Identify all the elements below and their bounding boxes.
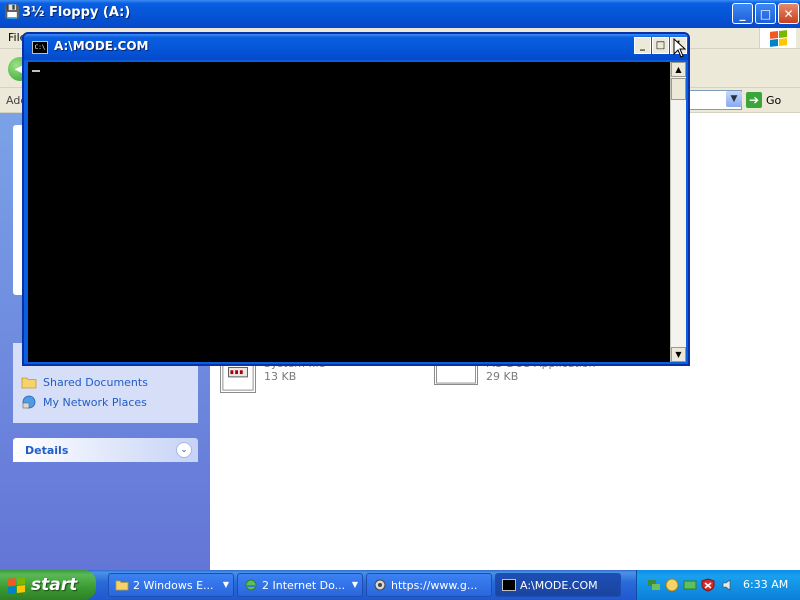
minimize-button[interactable]: _ (732, 3, 753, 24)
clock[interactable]: 6:33 AM (743, 578, 788, 591)
network-icon (22, 395, 36, 409)
details-panel-header[interactable]: Details ⌄ (13, 438, 198, 462)
scroll-up-arrow-icon[interactable]: ▲ (671, 62, 686, 77)
maximize-button[interactable]: □ (755, 3, 776, 24)
go-button[interactable]: ➔ Go (746, 91, 796, 109)
security-shield-icon[interactable] (701, 578, 715, 592)
console-title: A:\MODE.COM (54, 39, 149, 53)
file-size: 29 KB (486, 370, 519, 383)
console-maximize-button[interactable]: □ (652, 37, 669, 54)
console-icon (502, 579, 516, 591)
console-output[interactable] (28, 62, 670, 362)
browser-icon (374, 579, 386, 591)
windows-logo-icon (759, 28, 796, 48)
chevron-down-icon: ▼ (222, 580, 229, 589)
details-title: Details (25, 444, 69, 457)
go-label: Go (766, 93, 782, 107)
taskbar-button-browser[interactable]: https://www.g... (366, 573, 492, 597)
close-button[interactable]: ✕ (778, 3, 799, 24)
console-minimize-button[interactable]: _ (634, 37, 651, 54)
scroll-down-arrow-icon[interactable]: ▼ (671, 347, 686, 362)
folder-icon (21, 377, 37, 389)
connection-tray-icon[interactable] (683, 578, 697, 592)
start-button[interactable]: start (0, 570, 96, 600)
explorer-title: 3½ Floppy (A:) (22, 5, 131, 20)
taskbar: start 2 Windows E... ▼ 2 Internet Do... … (0, 570, 800, 600)
chevron-down-icon[interactable]: ▼ (726, 91, 742, 107)
network-tray-icon[interactable] (647, 578, 661, 592)
explorer-titlebar[interactable]: 💾 3½ Floppy (A:) _ □ ✕ (0, 0, 800, 28)
text-cursor (32, 70, 40, 72)
windows-logo-icon (8, 576, 25, 594)
update-tray-icon[interactable] (665, 578, 679, 592)
taskbar-button-label: 2 Windows E... (133, 578, 214, 592)
taskbar-button-console[interactable]: A:\MODE.COM (495, 573, 621, 597)
taskbar-button-label: A:\MODE.COM (520, 578, 598, 592)
console-titlebar[interactable]: C:\ A:\MODE.COM _ □ ⋮ (24, 34, 688, 60)
folder-icon (115, 580, 129, 591)
volume-icon[interactable] (721, 578, 735, 592)
taskbar-button-internet[interactable]: 2 Internet Do... ▼ (237, 573, 363, 597)
chevron-down-icon: ▼ (351, 580, 358, 589)
sidebar-item-label: My Network Places (43, 395, 147, 409)
file-size: 13 KB (264, 370, 297, 383)
taskbar-button-label: 2 Internet Do... (262, 578, 346, 592)
console-scrollbar[interactable]: ▲ ▼ (670, 62, 686, 362)
floppy-icon: 💾 (4, 5, 21, 20)
console-window[interactable]: C:\ A:\MODE.COM _ □ ⋮ ▲ ▼ (22, 32, 690, 366)
sidebar-item-network-places[interactable]: My Network Places (21, 395, 147, 409)
console-icon: C:\ (32, 41, 48, 54)
mouse-pointer-icon (673, 38, 687, 58)
go-arrow-icon: ➔ (746, 92, 762, 108)
scrollbar-thumb[interactable] (671, 78, 686, 100)
system-tray: 6:33 AM (636, 570, 800, 600)
taskbar-button-label: https://www.g... (391, 578, 478, 592)
start-label: start (31, 575, 78, 595)
chevron-down-icon[interactable]: ⌄ (176, 442, 192, 458)
sidebar-item-shared-documents[interactable]: Shared Documents (21, 375, 148, 389)
sidebar-item-label: Shared Documents (43, 375, 148, 389)
ie-icon (245, 579, 257, 591)
taskbar-button-windows-explorer[interactable]: 2 Windows E... ▼ (108, 573, 234, 597)
